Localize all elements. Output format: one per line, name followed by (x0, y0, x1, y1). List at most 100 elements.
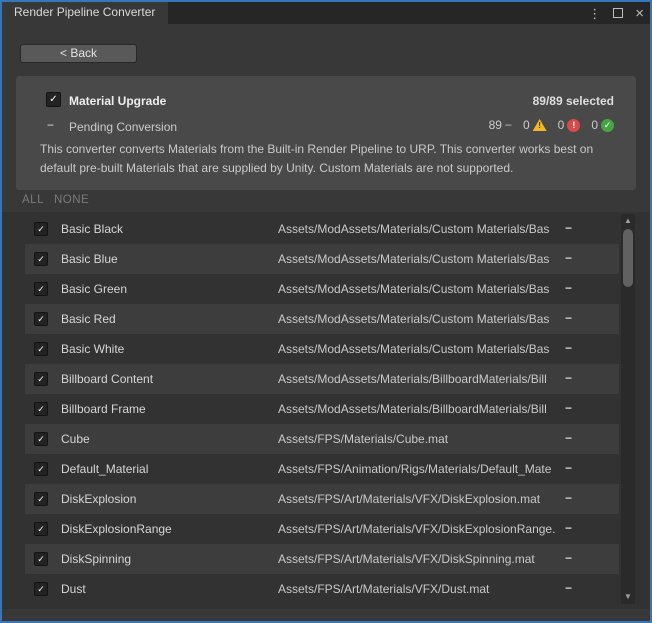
warning-icon: ! (533, 119, 547, 131)
item-checkbox[interactable]: ✓ (34, 312, 48, 326)
converter-checkbox[interactable]: ✓ (46, 92, 61, 107)
check-icon: ✓ (37, 494, 45, 505)
item-name: DiskSpinning (61, 552, 131, 566)
pending-count-group: 89 − (489, 118, 512, 132)
check-icon: ✓ (49, 94, 57, 105)
item-path: Assets/ModAssets/Materials/Custom Materi… (278, 252, 556, 266)
item-name: Basic Blue (61, 252, 118, 266)
item-name: Default_Material (61, 462, 148, 476)
window-title: Render Pipeline Converter (14, 5, 155, 19)
conversion-list-row[interactable]: ✓ DiskExplosion Assets/FPS/Art/Materials… (25, 484, 619, 514)
item-path: Assets/ModAssets/Materials/BillboardMate… (278, 372, 556, 386)
check-icon: ✓ (37, 584, 45, 595)
item-status-dash-icon: − (565, 431, 572, 445)
item-path: Assets/ModAssets/Materials/Custom Materi… (278, 282, 556, 296)
converter-title: Material Upgrade (69, 94, 166, 108)
item-name: Basic Black (61, 222, 123, 236)
item-status-dash-icon: − (565, 491, 572, 505)
selected-count: 89/89 selected (533, 94, 614, 108)
item-path: Assets/FPS/Materials/Cube.mat (278, 432, 556, 446)
conversion-list-row[interactable]: ✓ Dust Assets/FPS/Art/Materials/VFX/Dust… (25, 574, 619, 604)
success-icon: ✓ (601, 119, 614, 132)
error-icon: ! (567, 119, 580, 132)
conversion-list-row[interactable]: ✓ Cube Assets/FPS/Materials/Cube.mat − (25, 424, 619, 454)
conversion-list-row[interactable]: ✓ Basic Red Assets/ModAssets/Materials/C… (25, 304, 619, 334)
item-checkbox[interactable]: ✓ (34, 372, 48, 386)
item-status-dash-icon: − (565, 461, 572, 475)
pending-count: 89 (489, 118, 502, 132)
warning-count: 0 (523, 118, 530, 132)
conversion-list-row[interactable]: ✓ Billboard Frame Assets/ModAssets/Mater… (25, 394, 619, 424)
item-checkbox[interactable]: ✓ (34, 282, 48, 296)
converter-description: This converter converts Materials from t… (40, 140, 616, 178)
item-checkbox[interactable]: ✓ (34, 582, 48, 596)
success-count: 0 (591, 118, 598, 132)
item-status-dash-icon: − (565, 341, 572, 355)
converter-panel: ✓ Material Upgrade 89/89 selected − Pend… (16, 76, 636, 190)
item-path: Assets/FPS/Animation/Rigs/Materials/Defa… (278, 462, 556, 476)
selection-filters: ALL NONE (22, 194, 89, 206)
item-name: Basic White (61, 342, 124, 356)
scrollbar-thumb[interactable] (623, 229, 633, 287)
conversion-list-row[interactable]: ✓ Billboard Content Assets/ModAssets/Mat… (25, 364, 619, 394)
item-checkbox[interactable]: ✓ (34, 522, 48, 536)
item-checkbox[interactable]: ✓ (34, 462, 48, 476)
error-count: 0 (558, 118, 565, 132)
check-icon: ✓ (37, 284, 45, 295)
check-icon: ✓ (37, 404, 45, 415)
item-checkbox[interactable]: ✓ (34, 492, 48, 506)
window-tab[interactable]: Render Pipeline Converter (2, 2, 168, 24)
window-menu-icon[interactable]: ⋮ (588, 7, 601, 20)
check-icon: ✓ (37, 524, 45, 535)
select-none-button[interactable]: NONE (54, 194, 89, 206)
item-checkbox[interactable]: ✓ (34, 342, 48, 356)
check-icon: ✓ (37, 344, 45, 355)
item-checkbox[interactable]: ✓ (34, 222, 48, 236)
item-name: Basic Red (61, 312, 116, 326)
scroll-down-icon[interactable]: ▼ (621, 591, 635, 603)
item-status-dash-icon: − (565, 221, 572, 235)
conversion-list: ✓ Basic Black Assets/ModAssets/Materials… (2, 212, 650, 609)
success-count-group: 0 ✓ (591, 118, 614, 132)
check-icon: ✓ (37, 254, 45, 265)
item-path: Assets/FPS/Art/Materials/VFX/DiskExplosi… (278, 492, 556, 506)
item-name: Billboard Frame (61, 402, 146, 416)
item-path: Assets/FPS/Art/Materials/VFX/Dust.mat (278, 582, 556, 596)
scrollbar-track[interactable]: ▲ ▼ (621, 214, 635, 604)
item-checkbox[interactable]: ✓ (34, 432, 48, 446)
render-pipeline-converter-window: Render Pipeline Converter ⋮ × < Back ✓ M… (0, 0, 652, 623)
item-path: Assets/ModAssets/Materials/Custom Materi… (278, 342, 556, 356)
check-icon: ✓ (37, 314, 45, 325)
select-all-button[interactable]: ALL (22, 194, 44, 206)
maximize-icon[interactable] (613, 8, 623, 18)
item-name: Billboard Content (61, 372, 153, 386)
item-name: Cube (61, 432, 90, 446)
error-count-group: 0 ! (558, 118, 581, 132)
conversion-list-row[interactable]: ✓ Basic White Assets/ModAssets/Materials… (25, 334, 619, 364)
item-name: DiskExplosion (61, 492, 136, 506)
item-checkbox[interactable]: ✓ (34, 552, 48, 566)
item-checkbox[interactable]: ✓ (34, 402, 48, 416)
check-icon: ✓ (37, 464, 45, 475)
conversion-rows: ✓ Basic Black Assets/ModAssets/Materials… (2, 214, 650, 604)
pending-status-icon: − (505, 118, 512, 132)
item-path: Assets/ModAssets/Materials/Custom Materi… (278, 222, 556, 236)
item-name: Basic Green (61, 282, 127, 296)
conversion-list-row[interactable]: ✓ Basic Blue Assets/ModAssets/Materials/… (25, 244, 619, 274)
close-icon[interactable]: × (635, 6, 644, 21)
conversion-list-row[interactable]: ✓ DiskExplosionRange Assets/FPS/Art/Mate… (25, 514, 619, 544)
check-icon: ✓ (37, 434, 45, 445)
scroll-up-icon[interactable]: ▲ (621, 215, 635, 227)
pending-dash-icon: − (47, 118, 54, 132)
back-button[interactable]: < Back (20, 44, 137, 63)
warning-count-group: 0 ! (523, 118, 547, 132)
conversion-list-row[interactable]: ✓ Default_Material Assets/FPS/Animation/… (25, 454, 619, 484)
conversion-list-row[interactable]: ✓ Basic Green Assets/ModAssets/Materials… (25, 274, 619, 304)
item-checkbox[interactable]: ✓ (34, 252, 48, 266)
item-status-dash-icon: − (565, 401, 572, 415)
item-path: Assets/ModAssets/Materials/BillboardMate… (278, 402, 556, 416)
item-name: Dust (61, 582, 86, 596)
conversion-list-row[interactable]: ✓ DiskSpinning Assets/FPS/Art/Materials/… (25, 544, 619, 574)
check-icon: ✓ (37, 554, 45, 565)
conversion-list-row[interactable]: ✓ Basic Black Assets/ModAssets/Materials… (25, 214, 619, 244)
